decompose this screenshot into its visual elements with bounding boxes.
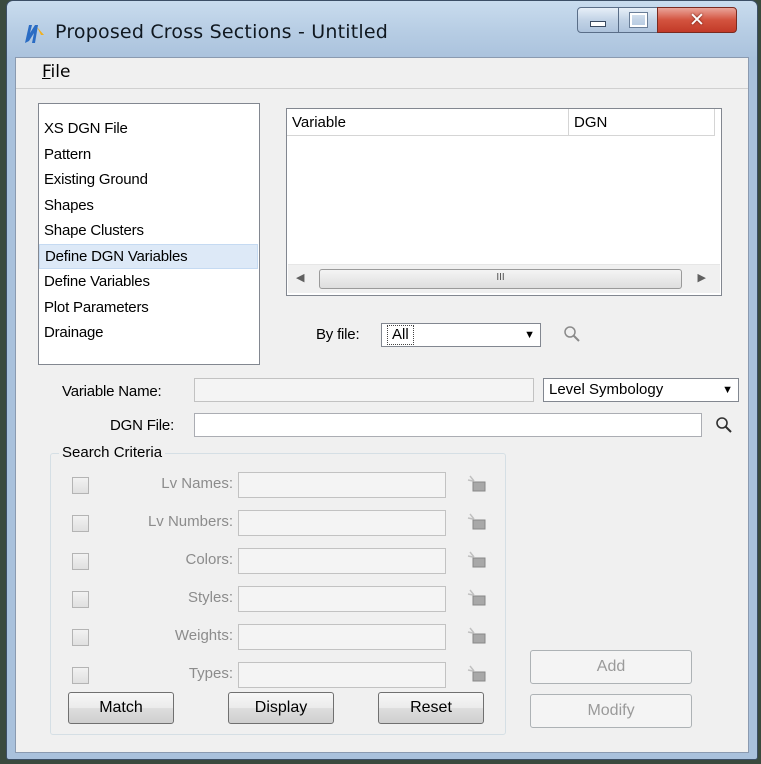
styles-checkbox[interactable] — [72, 591, 89, 608]
add-button[interactable]: Add — [530, 650, 692, 684]
level-symbology-value: Level Symbology — [549, 381, 664, 398]
variable-name-input[interactable] — [194, 378, 534, 402]
app-window: Proposed Cross Sections - Untitled ✕ Fil… — [6, 0, 758, 760]
menu-file[interactable]: File — [42, 62, 70, 82]
lv-names-checkbox[interactable] — [72, 477, 89, 494]
maximize-icon — [628, 12, 648, 28]
scroll-left-icon[interactable]: ◀ — [296, 271, 304, 284]
match-button[interactable]: Match — [68, 692, 174, 724]
lv-numbers-checkbox[interactable] — [72, 515, 89, 532]
scroll-thumb[interactable]: III — [319, 269, 682, 289]
list-item[interactable]: Shapes — [39, 193, 259, 219]
list-item[interactable]: Plot Parameters — [39, 295, 259, 321]
type-picker-icon[interactable] — [466, 664, 488, 684]
dgn-file-input[interactable] — [194, 413, 702, 437]
chevron-down-icon: ▼ — [524, 329, 535, 341]
minimize-icon — [590, 21, 606, 27]
types-checkbox[interactable] — [72, 667, 89, 684]
menu-file-label: ile — [50, 62, 71, 82]
colors-label: Colors: — [185, 551, 233, 568]
chevron-down-icon: ▼ — [722, 384, 733, 396]
modify-button[interactable]: Modify — [530, 694, 692, 728]
maximize-button[interactable] — [618, 7, 658, 33]
title-bar[interactable]: Proposed Cross Sections - Untitled ✕ — [7, 1, 757, 57]
browse-search-icon[interactable] — [715, 416, 733, 434]
search-icon[interactable] — [563, 325, 581, 343]
list-item[interactable]: Define Variables — [39, 269, 259, 295]
reset-button[interactable]: Reset — [378, 692, 484, 724]
menu-file-hotkey: F — [42, 62, 51, 82]
weight-picker-icon[interactable] — [466, 626, 488, 646]
list-item[interactable]: Existing Ground — [39, 167, 259, 193]
variables-table[interactable]: Variable DGN ◀ III ▶ — [286, 108, 722, 296]
level-symbology-dropdown[interactable]: Level Symbology ▼ — [543, 378, 739, 402]
list-item[interactable]: Shape Clusters — [39, 218, 259, 244]
horizontal-scrollbar[interactable]: ◀ III ▶ — [288, 264, 720, 293]
by-file-label: By file: — [316, 326, 360, 343]
lv-names-input[interactable] — [238, 472, 446, 498]
close-button[interactable]: ✕ — [657, 7, 737, 33]
style-picker-icon[interactable] — [466, 588, 488, 608]
sections-list[interactable]: XS DGN File Pattern Existing Ground Shap… — [38, 103, 260, 365]
styles-input[interactable] — [238, 586, 446, 612]
colors-input[interactable] — [238, 548, 446, 574]
colors-checkbox[interactable] — [72, 553, 89, 570]
menu-bar: File — [16, 58, 748, 89]
minimize-button[interactable] — [577, 7, 619, 33]
by-file-value: All — [387, 325, 414, 345]
list-item[interactable]: Pattern — [39, 142, 259, 168]
list-item-selected[interactable]: Define DGN Variables — [39, 243, 258, 269]
weights-input[interactable] — [238, 624, 446, 650]
lv-numbers-label: Lv Numbers: — [147, 513, 233, 530]
scroll-right-icon[interactable]: ▶ — [698, 271, 706, 284]
level-picker-icon[interactable] — [466, 474, 488, 494]
by-file-dropdown[interactable]: All ▼ — [381, 323, 541, 347]
dialog-client-area: File XS DGN File Pattern Existing Ground… — [15, 57, 749, 753]
close-icon: ✕ — [689, 9, 705, 31]
search-criteria-title: Search Criteria — [59, 444, 166, 461]
types-label: Types: — [188, 665, 233, 682]
column-header-variable[interactable]: Variable — [287, 109, 569, 136]
display-button[interactable]: Display — [228, 692, 334, 724]
list-item[interactable]: Drainage — [39, 320, 259, 346]
window-title: Proposed Cross Sections - Untitled — [55, 21, 389, 43]
lv-names-label: Lv Names: — [161, 475, 233, 492]
weights-checkbox[interactable] — [72, 629, 89, 646]
list-item[interactable]: XS DGN File — [39, 116, 259, 142]
microstation-logo-icon — [25, 25, 44, 43]
dgn-file-label: DGN File: — [110, 417, 175, 434]
lv-numbers-input[interactable] — [238, 510, 446, 536]
types-input[interactable] — [238, 662, 446, 688]
color-picker-icon[interactable] — [466, 550, 488, 570]
level-picker-icon[interactable] — [466, 512, 488, 532]
variable-name-label: Variable Name: — [62, 383, 162, 400]
styles-label: Styles: — [187, 589, 233, 606]
weights-label: Weights: — [174, 627, 233, 644]
column-header-dgn[interactable]: DGN — [569, 109, 715, 136]
